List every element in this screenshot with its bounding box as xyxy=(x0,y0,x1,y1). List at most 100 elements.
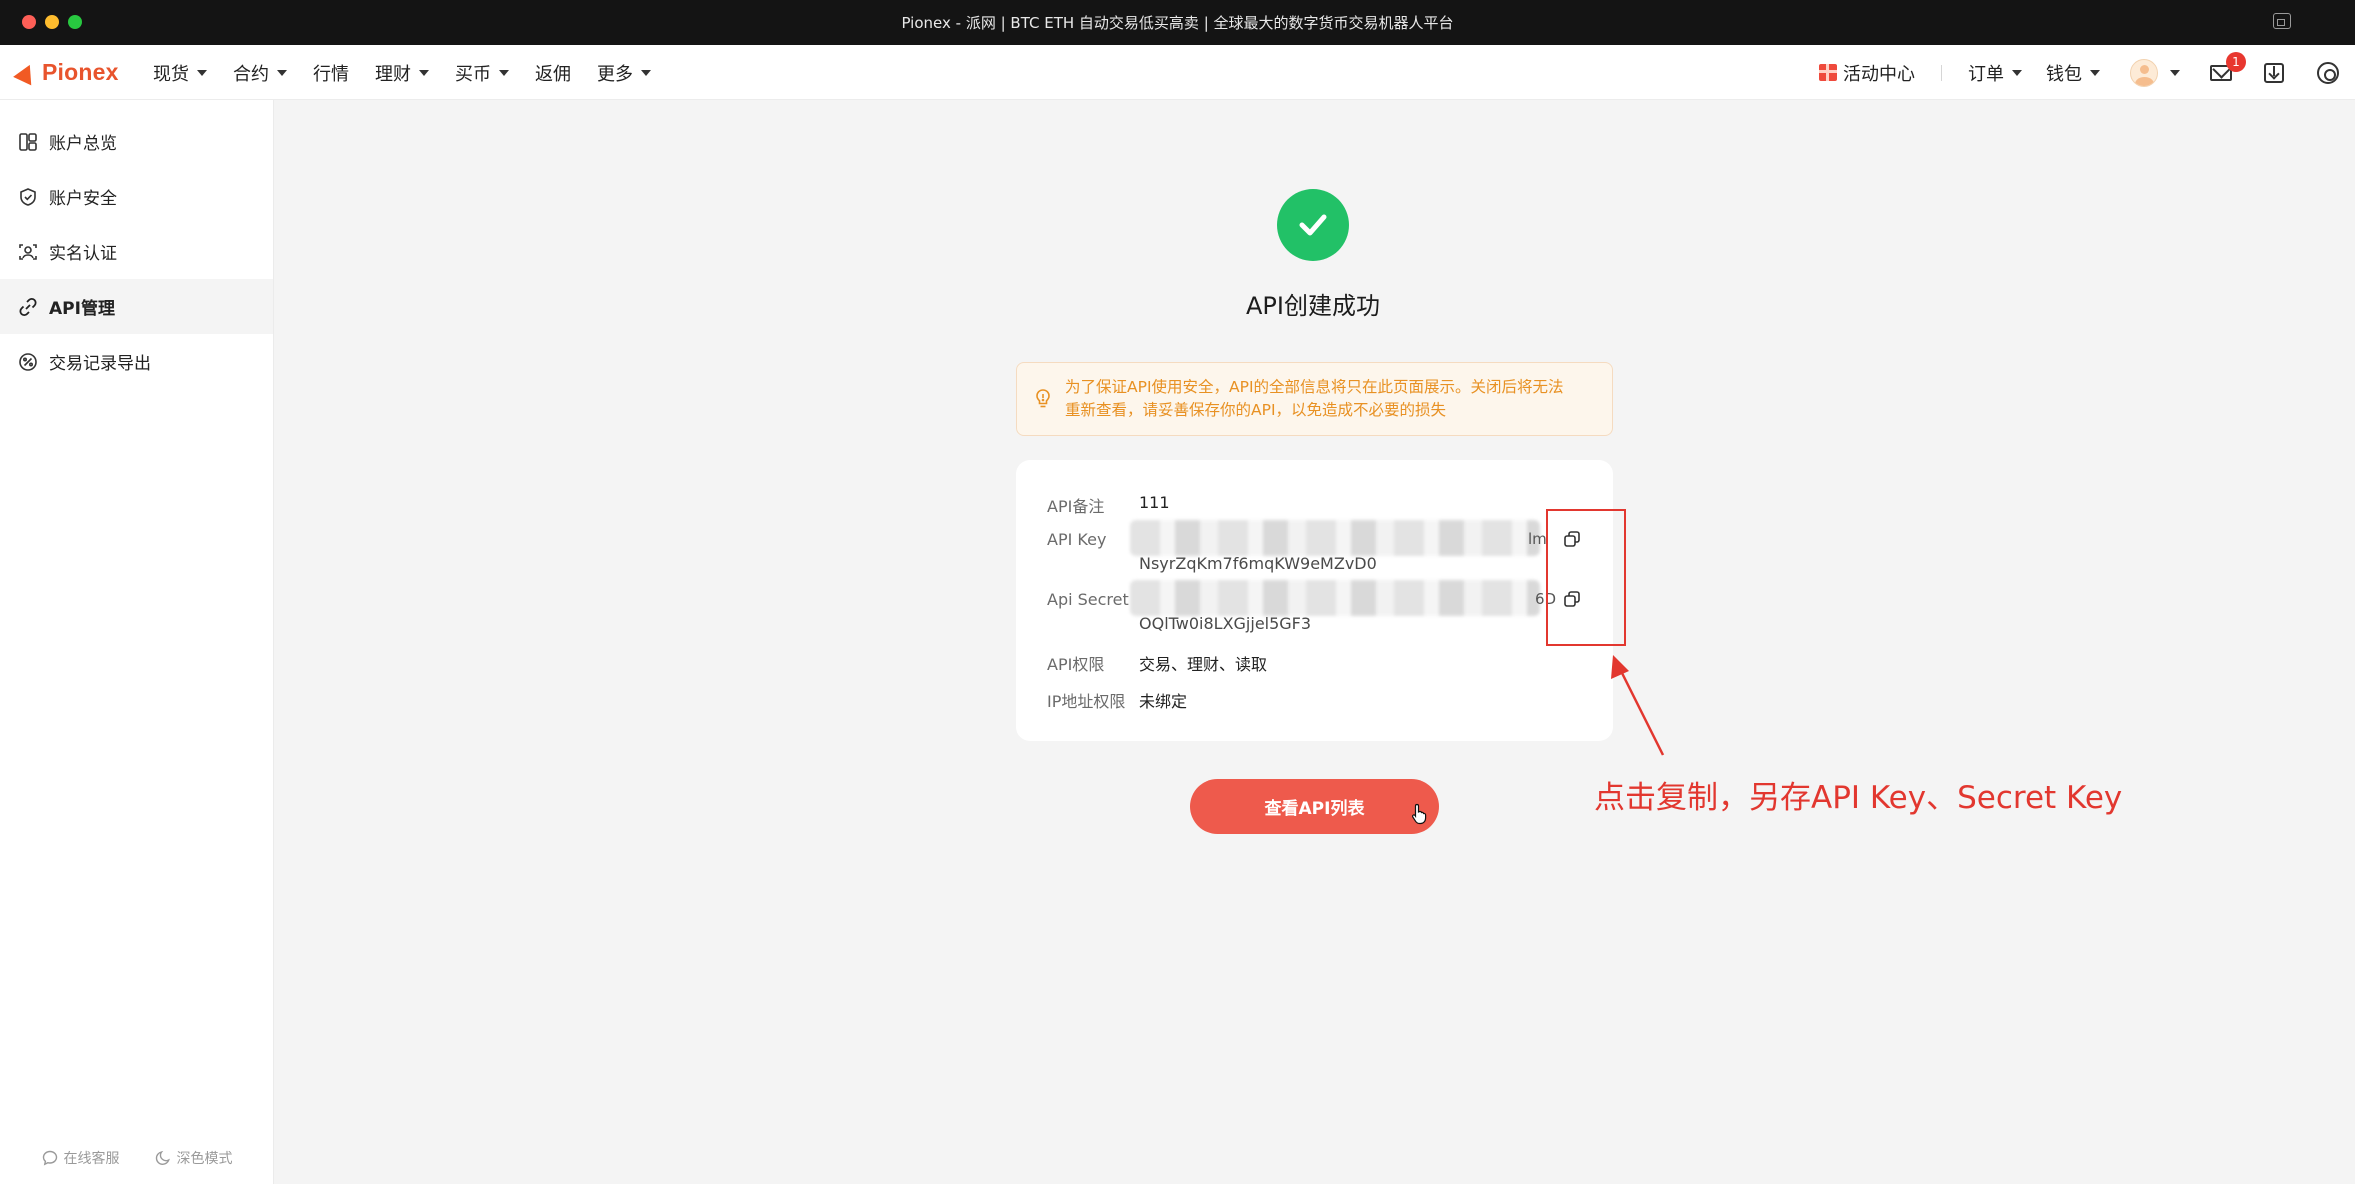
nav-spot-label: 现货 xyxy=(153,63,189,85)
main-menu: 现货 合约 行情 理财 买币 返佣 更多 xyxy=(153,45,677,100)
api-secret-label: Api Secret xyxy=(1047,590,1129,609)
nav-buy-crypto[interactable]: 买币 xyxy=(455,60,509,86)
sidebar-item-label: 账户安全 xyxy=(49,189,117,209)
user-scan-icon xyxy=(18,242,38,262)
chevron-down-icon xyxy=(2012,69,2022,76)
moon-icon xyxy=(155,1150,170,1166)
nav-more[interactable]: 更多 xyxy=(597,60,651,86)
sidebar-item-label: 账户总览 xyxy=(49,134,117,154)
hand-cursor-icon xyxy=(1411,803,1427,825)
api-key-visible-suffix: lm xyxy=(1528,530,1547,548)
api-secret-value[interactable]: OQlTw0i8LXGjjel5GF3 xyxy=(1139,614,1311,633)
sidebar-item-trade-export[interactable]: 交易记录导出 xyxy=(0,334,273,389)
chevron-down-icon xyxy=(499,69,509,76)
pionex-logo[interactable]: Pionex xyxy=(13,59,119,86)
sidebar-item-label: API管理 xyxy=(49,299,115,319)
picture-in-picture-icon[interactable] xyxy=(2273,13,2291,29)
logo-text: Pionex xyxy=(42,59,119,85)
security-warning-banner: 为了保证API使用安全，API的全部信息将只在此页面展示。关闭后将无法 重新查看… xyxy=(1016,362,1613,436)
warning-text-line2: 重新查看，请妥善保存你的API，以免造成不必要的损失 xyxy=(1065,401,1447,419)
nav-divider xyxy=(1941,64,1942,81)
link-icon xyxy=(18,297,38,317)
api-note-value: 111 xyxy=(1139,493,1170,512)
success-check-icon xyxy=(1277,189,1349,261)
nav-more-label: 更多 xyxy=(597,63,633,85)
wallet-menu[interactable]: 钱包 xyxy=(2046,60,2100,86)
ip-permission-value: 未绑定 xyxy=(1139,692,1188,711)
ip-permission-label: IP地址权限 xyxy=(1047,692,1126,711)
shield-icon xyxy=(18,187,38,207)
chevron-down-icon xyxy=(277,69,287,76)
api-note-label: API备注 xyxy=(1047,497,1105,516)
view-api-list-button[interactable]: 查看API列表 xyxy=(1190,779,1439,834)
notification-badge: 1 xyxy=(2226,51,2246,72)
chevron-down-icon xyxy=(2090,69,2100,76)
nav-right-group: 活动中心 订单 钱包 1 xyxy=(1819,45,2355,100)
close-window-button[interactable] xyxy=(22,15,36,29)
dark-mode-label: 深色模式 xyxy=(176,1151,233,1167)
user-menu[interactable] xyxy=(2130,58,2180,87)
sidebar-item-account-security[interactable]: 账户安全 xyxy=(0,169,273,224)
page-title: API创建成功 xyxy=(1246,292,1380,320)
download-app-button[interactable] xyxy=(2261,60,2287,86)
nav-spot[interactable]: 现货 xyxy=(153,60,207,86)
window-titlebar: Pionex - 派网 | BTC ETH 自动交易低买高卖 | 全球最大的数字… xyxy=(0,0,2355,45)
nav-buy-crypto-label: 买币 xyxy=(455,63,491,85)
nav-markets-label: 行情 xyxy=(313,63,349,85)
nav-markets[interactable]: 行情 xyxy=(313,60,349,86)
avatar xyxy=(2130,58,2158,87)
dashboard-icon xyxy=(18,132,38,152)
sidebar-item-label: 实名认证 xyxy=(49,244,117,264)
dark-mode-toggle[interactable]: 深色模式 xyxy=(155,1148,233,1168)
chevron-down-icon xyxy=(419,69,429,76)
orders-menu[interactable]: 订单 xyxy=(1968,60,2022,86)
sidebar-item-label: 交易记录导出 xyxy=(49,354,151,374)
chevron-down-icon xyxy=(2170,69,2180,76)
wallet-label: 钱包 xyxy=(2046,63,2082,85)
window-controls[interactable] xyxy=(22,15,82,29)
nav-earn[interactable]: 理财 xyxy=(375,60,429,86)
chevron-down-icon xyxy=(197,69,207,76)
annotation-text: 点击复制，另存API Key、Secret Key xyxy=(1594,780,2123,816)
sidebar-footer: 在线客服 深色模式 xyxy=(0,1148,274,1168)
api-permission-label: API权限 xyxy=(1047,655,1105,674)
annotation-arrow xyxy=(1611,655,1665,756)
download-icon xyxy=(2264,62,2284,83)
minimize-window-button[interactable] xyxy=(45,15,59,29)
gift-icon xyxy=(1819,64,1837,81)
api-key-redacted xyxy=(1130,520,1540,556)
online-support-button[interactable]: 在线客服 xyxy=(42,1148,120,1168)
api-key-value[interactable]: NsyrZqKm7f6mqKW9eMZvD0 xyxy=(1139,554,1377,573)
nav-earn-label: 理财 xyxy=(375,63,411,85)
sidebar-item-account-overview[interactable]: 账户总览 xyxy=(0,114,273,169)
account-sidebar: 账户总览 账户安全 实名认证 API管理 交易记录导出 在线客服 深色模式 xyxy=(0,100,274,1184)
chevron-down-icon xyxy=(641,69,651,76)
lightbulb-icon xyxy=(1036,389,1050,408)
window-title: Pionex - 派网 | BTC ETH 自动交易低买高卖 | 全球最大的数字… xyxy=(901,14,1454,32)
chat-bubble-icon xyxy=(42,1150,57,1166)
warning-text-line1: 为了保证API使用安全，API的全部信息将只在此页面展示。关闭后将无法 xyxy=(1065,378,1564,396)
nav-referral-label: 返佣 xyxy=(535,63,571,85)
api-permission-value: 交易、理财、读取 xyxy=(1139,655,1268,674)
activity-center-label: 活动中心 xyxy=(1843,63,1915,85)
nav-futures[interactable]: 合约 xyxy=(233,60,287,86)
nav-referral[interactable]: 返佣 xyxy=(535,60,571,86)
annotation-highlight-box xyxy=(1546,509,1626,646)
sidebar-item-identity-verification[interactable]: 实名认证 xyxy=(0,224,273,279)
api-info-card: API备注 111 API Key lm NsyrZqKm7f6mqKW9eMZ… xyxy=(1016,460,1613,741)
gear-icon xyxy=(2317,61,2339,84)
settings-button[interactable] xyxy=(2315,60,2341,86)
warning-text: 为了保证API使用安全，API的全部信息将只在此页面展示。关闭后将无法 重新查看… xyxy=(1065,376,1564,422)
percent-icon xyxy=(18,352,38,372)
api-key-label: API Key xyxy=(1047,530,1107,549)
orders-label: 订单 xyxy=(1968,63,2004,85)
activity-center-link[interactable]: 活动中心 xyxy=(1819,60,1915,86)
maximize-window-button[interactable] xyxy=(68,15,82,29)
sidebar-item-api-management[interactable]: API管理 xyxy=(0,279,273,334)
messages-button[interactable]: 1 xyxy=(2208,51,2246,86)
top-navbar: Pionex 现货 合约 行情 理财 买币 返佣 更多 活动中心 订单 钱包 1 xyxy=(0,45,2355,100)
online-support-label: 在线客服 xyxy=(63,1151,120,1167)
nav-futures-label: 合约 xyxy=(233,63,269,85)
pionex-logo-icon xyxy=(13,60,39,85)
api-secret-redacted xyxy=(1130,580,1540,616)
